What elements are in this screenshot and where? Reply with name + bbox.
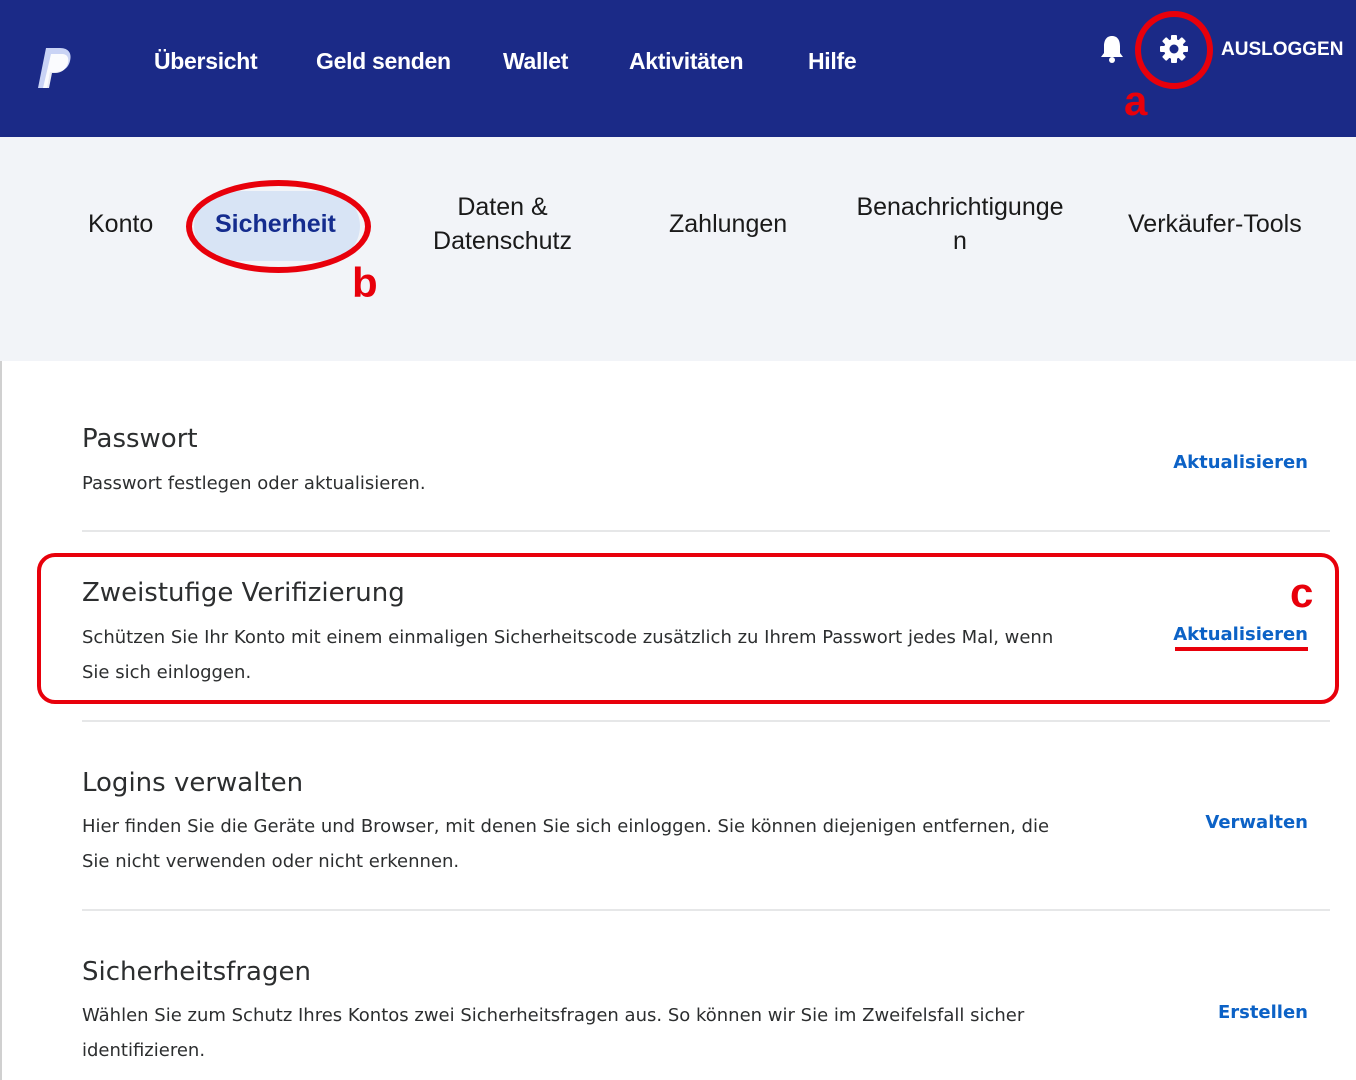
- logout-button[interactable]: AUSLOGGEN: [1221, 36, 1343, 64]
- nav-item-uebersicht[interactable]: Übersicht: [154, 44, 258, 78]
- bell-icon[interactable]: [1098, 34, 1126, 64]
- section-title: Logins verwalten: [82, 768, 304, 798]
- section-divider: [82, 909, 1330, 911]
- tab-konto[interactable]: Konto: [88, 207, 153, 241]
- section-divider: [82, 530, 1330, 532]
- section-description: Wählen Sie zum Schutz Ihres Kontos zwei …: [82, 1005, 1025, 1061]
- section-passwort: Passwort Passwort festlegen oder aktuali…: [82, 420, 1330, 510]
- content-left-border: [0, 361, 2, 1080]
- tab-daten-line2: Datenschutz: [433, 227, 572, 255]
- settings-tab-bar-spacer: [0, 309, 1356, 361]
- tab-daten-line1: Daten &: [457, 193, 548, 221]
- section-title: Passwort: [82, 424, 198, 454]
- nav-item-geld-senden[interactable]: Geld senden: [316, 44, 451, 78]
- section-sicherheitsfragen: Sicherheitsfragen Wählen Sie zum Schutz …: [82, 953, 1330, 1073]
- annotation-label-b: b: [352, 259, 378, 306]
- section-title: Zweistufige Verifizierung: [82, 578, 405, 608]
- logins-manage-link[interactable]: Verwalten: [1205, 812, 1308, 833]
- section-description: Passwort festlegen oder aktualisieren.: [82, 473, 426, 494]
- zweistufig-update-link[interactable]: Aktualisieren: [1173, 624, 1308, 645]
- top-navigation-bar: Übersicht Geld senden Wallet Aktivitäten…: [0, 0, 1356, 137]
- annotation-label-a: a: [1124, 77, 1148, 124]
- tab-sicherheit[interactable]: Sicherheit: [215, 207, 336, 241]
- annotation-underline-c: [1175, 647, 1308, 651]
- section-divider: [82, 720, 1330, 722]
- annotation-label-c: c: [1290, 569, 1314, 616]
- tab-verkaeufer-tools[interactable]: Verkäufer-Tools: [1128, 207, 1302, 241]
- section-description: Schützen Sie Ihr Konto mit einem einmali…: [82, 627, 1054, 683]
- section-description: Hier finden Sie die Geräte und Browser, …: [82, 816, 1050, 872]
- tab-daten-datenschutz[interactable]: Daten & Datenschutz: [400, 190, 605, 258]
- section-zweistufige-verifizierung: Zweistufige Verifizierung Schützen Sie I…: [82, 574, 1330, 694]
- sicherheitsfragen-create-link[interactable]: Erstellen: [1218, 1002, 1308, 1023]
- tab-benachrichtigungen[interactable]: Benachrichtigunge n: [845, 190, 1075, 258]
- nav-item-aktivitaeten[interactable]: Aktivitäten: [629, 44, 744, 78]
- paypal-logo-icon[interactable]: [34, 44, 74, 92]
- nav-item-wallet[interactable]: Wallet: [503, 44, 568, 78]
- tab-benach-line2: n: [953, 227, 967, 255]
- gear-icon[interactable]: [1159, 34, 1189, 64]
- passwort-update-link[interactable]: Aktualisieren: [1173, 452, 1308, 473]
- nav-item-hilfe[interactable]: Hilfe: [808, 44, 857, 78]
- section-logins-verwalten: Logins verwalten Hier finden Sie die Ger…: [82, 764, 1330, 884]
- tab-zahlungen[interactable]: Zahlungen: [669, 207, 787, 241]
- section-title: Sicherheitsfragen: [82, 957, 311, 987]
- tab-benach-line1: Benachrichtigunge: [856, 193, 1064, 221]
